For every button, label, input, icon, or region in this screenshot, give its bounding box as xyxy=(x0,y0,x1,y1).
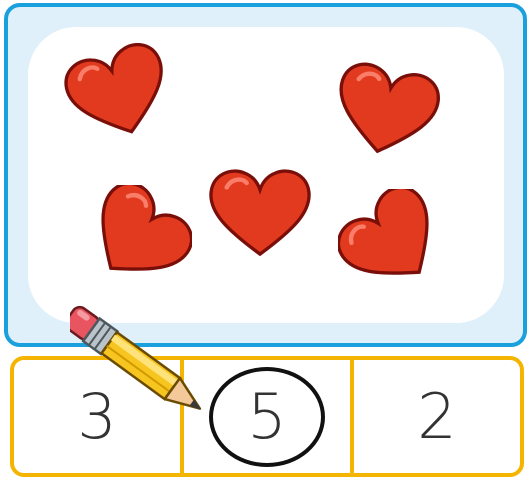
heart-icon xyxy=(339,62,440,154)
counting-area xyxy=(28,27,504,323)
answer-option-3[interactable]: 2 xyxy=(350,360,520,473)
answer-number: 2 xyxy=(417,379,457,453)
pencil-icon xyxy=(70,305,202,410)
heart-icon xyxy=(101,185,192,271)
heart-icon xyxy=(338,189,429,275)
answer-number: 5 xyxy=(247,379,287,453)
heart-icon xyxy=(64,43,163,134)
heart-icon xyxy=(209,169,311,257)
